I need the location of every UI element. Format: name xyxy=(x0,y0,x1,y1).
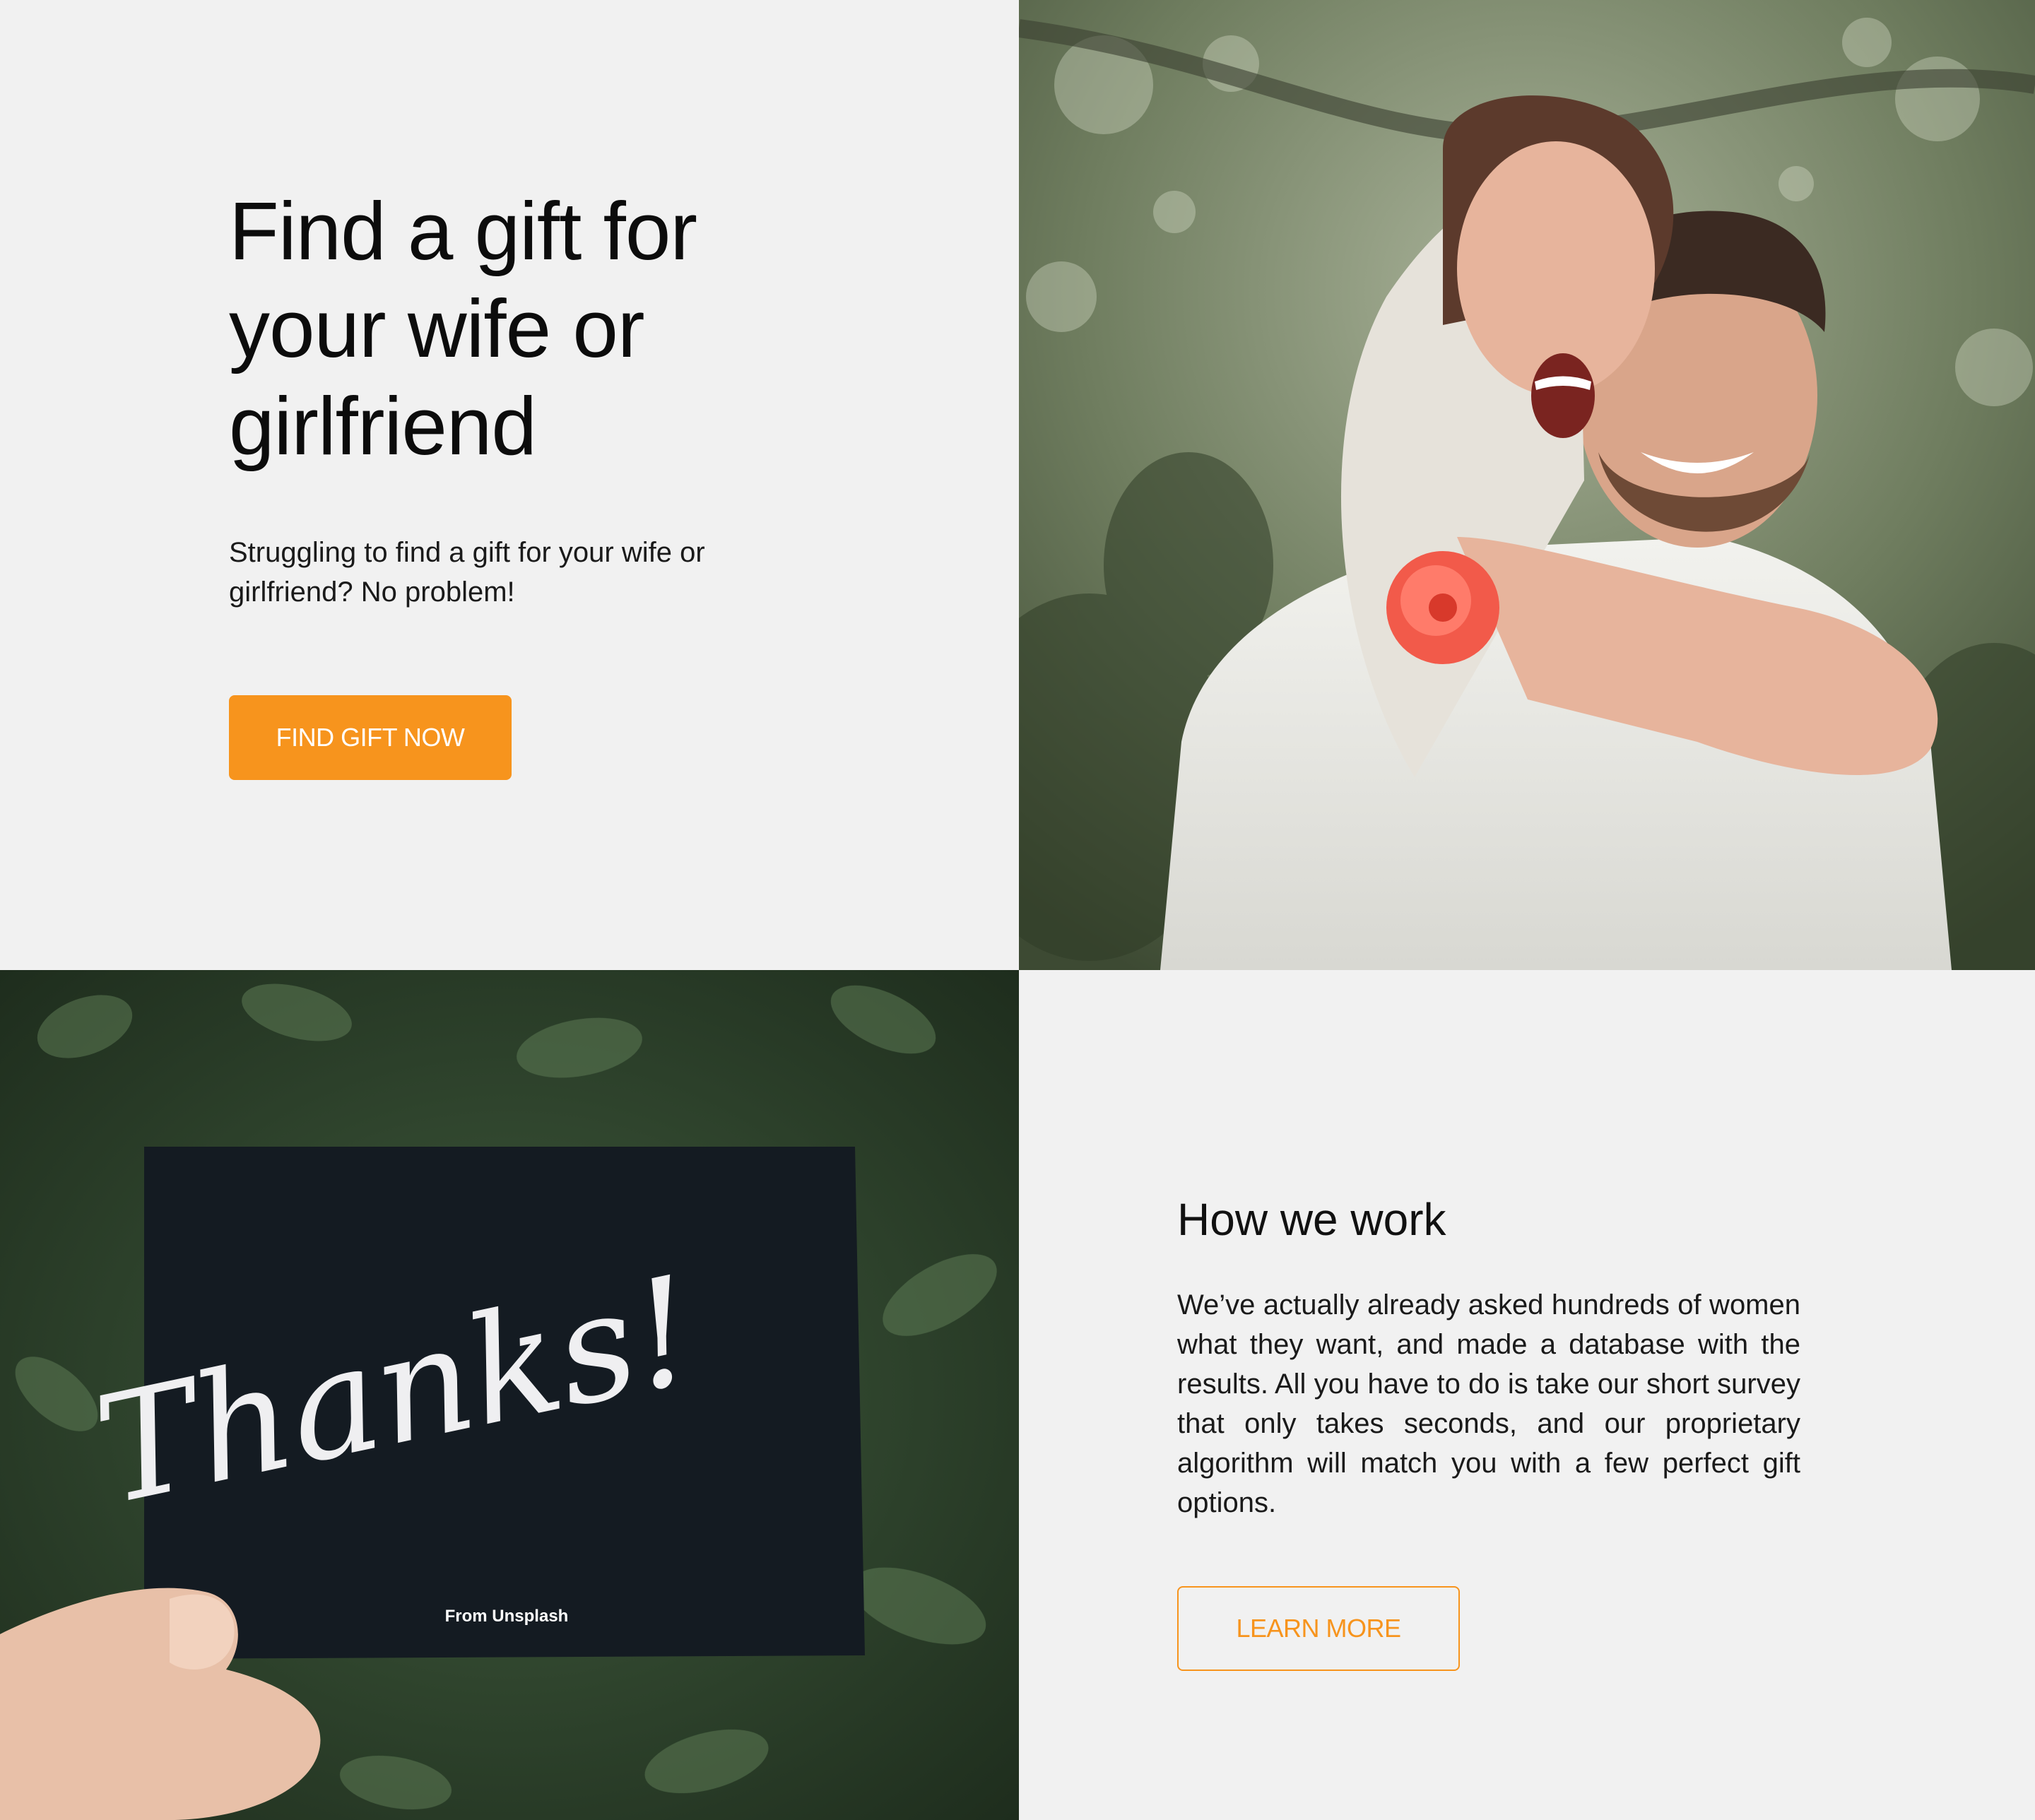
find-gift-now-button[interactable]: FIND GIFT NOW xyxy=(229,695,512,780)
thanks-card-illustration: Thanks! From Unsplash xyxy=(0,970,1019,1820)
hero-subtitle: Struggling to find a gift for your wife … xyxy=(229,537,705,608)
card-footer-text: From Unsplash xyxy=(445,1607,569,1626)
couple-photo xyxy=(1019,0,2035,970)
learn-more-button[interactable]: LEARN MORE xyxy=(1177,1586,1460,1671)
couple-photo-illustration xyxy=(1019,0,2035,970)
hero-title: Find a gift for your wife or girlfriend xyxy=(229,185,697,472)
how-we-work-body: We’ve actually already asked hundreds of… xyxy=(1177,1289,1800,1518)
how-we-work-title: How we work xyxy=(1177,1194,1446,1245)
content-grid: Find a gift for your wife or girlfriend … xyxy=(0,0,2035,1820)
how-we-work-section: How we work We’ve actually already asked… xyxy=(1019,970,2035,1820)
thanks-card-photo: Thanks! From Unsplash xyxy=(0,970,1019,1820)
hero-section: Find a gift for your wife or girlfriend … xyxy=(0,0,1019,970)
